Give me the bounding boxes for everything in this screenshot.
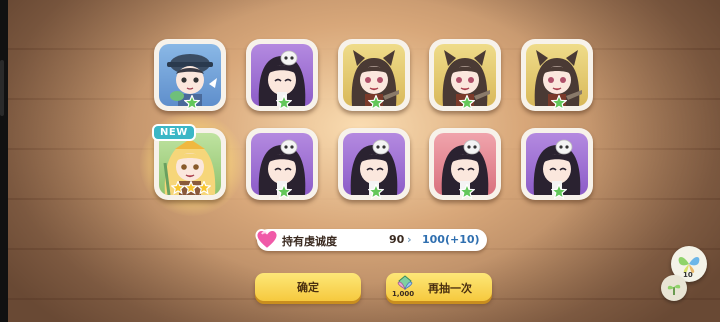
result-card-r1c5[interactable] — [521, 39, 593, 111]
draw-again-button[interactable]: 1,000 再抽一次 — [386, 273, 492, 301]
result-card-r2c2[interactable] — [246, 128, 318, 200]
result-card-r2c3[interactable] — [338, 128, 410, 200]
star-icon — [551, 184, 567, 200]
rarity-stars — [171, 181, 211, 195]
result-card-r1c4[interactable] — [429, 39, 501, 111]
result-card-r2c5[interactable] — [521, 128, 593, 200]
heart-icon — [255, 229, 279, 251]
result-card-r2c4[interactable] — [429, 128, 501, 200]
confirm-label: 确定 — [297, 281, 319, 294]
draw-again-label: 再抽一次 — [428, 282, 472, 295]
star-icon — [459, 95, 475, 111]
favor-label: 持有虔诚度 — [282, 235, 337, 248]
draw-cost: 1,000 — [392, 290, 415, 298]
sprout-icon — [667, 284, 681, 295]
star-icon — [184, 95, 200, 111]
star-icon — [551, 95, 567, 111]
result-card-r1c1[interactable] — [154, 39, 226, 111]
favor-new-value: 100(+10) — [422, 233, 480, 246]
result-card-r1c2[interactable] — [246, 39, 318, 111]
new-badge: NEW — [152, 124, 196, 141]
favor-old-value: 90 — [389, 233, 405, 246]
favor-arrow: › — [407, 233, 412, 246]
result-card-r1c3[interactable] — [338, 39, 410, 111]
star-icon — [276, 184, 292, 200]
result-card-r2c1[interactable]: NEW — [152, 124, 226, 200]
screen-notch — [0, 60, 4, 116]
screen-edge — [0, 0, 8, 322]
star-icon — [459, 184, 475, 200]
star-icon — [276, 95, 292, 111]
star-icon — [368, 184, 384, 200]
confirm-button[interactable]: 确定 — [255, 273, 361, 301]
gacha-result-screen: NEW 持有虔诚度 90 › 100(+10) 确定 1,000 再抽一次 10 — [0, 0, 720, 322]
star-icon — [368, 95, 384, 111]
secondary-side-button[interactable] — [661, 275, 687, 301]
